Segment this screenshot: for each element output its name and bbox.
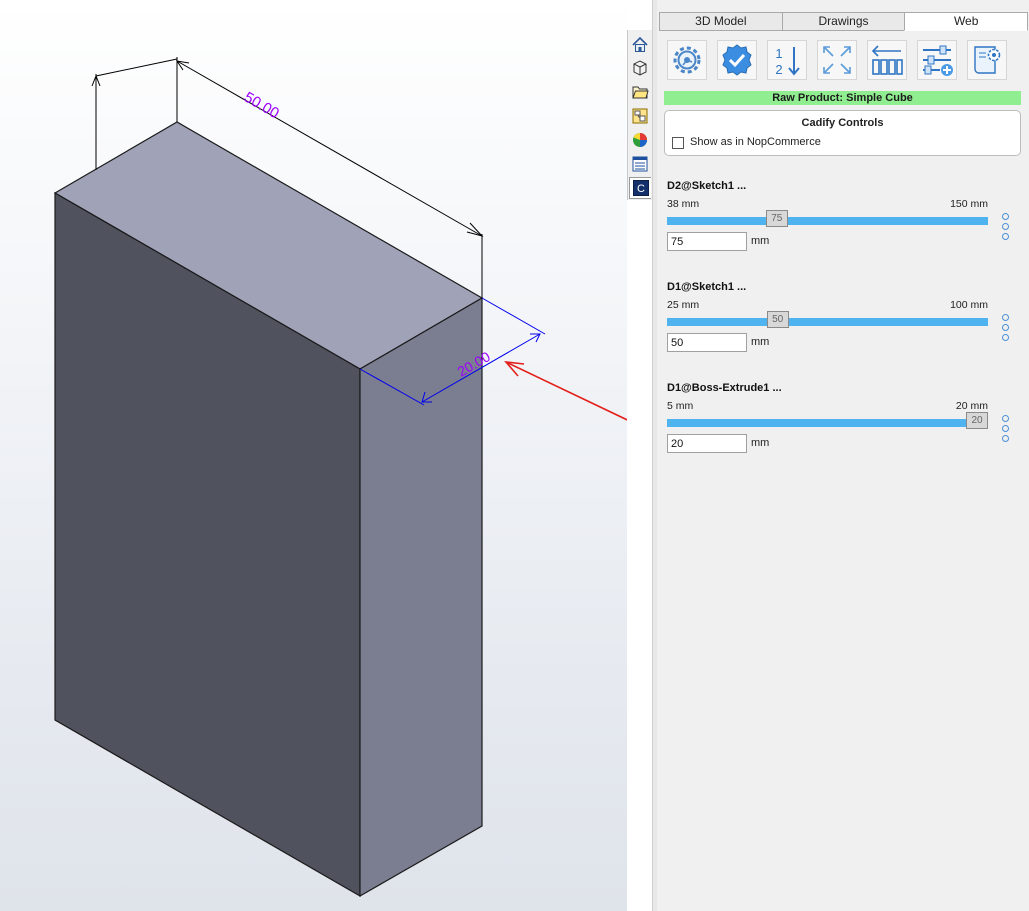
- cadify-logo: C: [632, 180, 649, 196]
- parameter-min-label: 38 mm: [667, 198, 700, 210]
- parameter-slider-thumb[interactable]: 50: [766, 311, 789, 328]
- tab-web[interactable]: Web: [904, 12, 1029, 31]
- parameter-unit: mm: [751, 235, 770, 247]
- svg-text:C: C: [637, 183, 645, 195]
- dimension-width-label[interactable]: 50.00: [241, 89, 282, 122]
- cadify-controls-group: Cadify Controls Show as in NopCommerce: [664, 110, 1021, 156]
- parameter-row: D1@Boss-Extrude1 ... 5 mm 20 mm20 mm: [657, 382, 1029, 472]
- tab-3d-model[interactable]: 3D Model: [659, 12, 783, 31]
- custom-properties-icon[interactable]: [629, 153, 651, 175]
- parameter-row: D2@Sketch1 ... 38 mm 150 mm 75 mm: [657, 180, 1029, 270]
- parameter-name: D1@Boss-Extrude1 ...: [667, 382, 782, 394]
- cadify-panel: 3D Model Drawings Web 1 2 Raw Product: S…: [657, 0, 1029, 911]
- show-in-nopcommerce-label[interactable]: Show as in NopCommerce: [690, 136, 821, 148]
- task-pane-tabs: C: [627, 30, 653, 200]
- parameter-name: D1@Sketch1 ...: [667, 281, 747, 293]
- svg-text:2: 2: [775, 62, 782, 77]
- product-banner: Raw Product: Simple Cube: [664, 91, 1021, 105]
- home-icon[interactable]: [629, 34, 651, 56]
- parameter-slider[interactable]: [667, 419, 988, 427]
- parameter-slider-thumb[interactable]: 20: [966, 412, 988, 429]
- settings-button[interactable]: [667, 40, 707, 80]
- view-palette-icon[interactable]: [629, 105, 651, 127]
- parameter-slider-thumb[interactable]: 75: [765, 210, 788, 227]
- parameter-row: D1@Sketch1 ... 25 mm 100 mm 50 mm: [657, 281, 1029, 371]
- validate-button[interactable]: [717, 40, 757, 80]
- parameter-max-label: 150 mm: [950, 198, 988, 210]
- parameter-min-label: 5 mm: [667, 400, 694, 412]
- part-icon[interactable]: [629, 57, 651, 79]
- collapse-left-icon: [871, 45, 903, 75]
- svg-text:1: 1: [775, 46, 782, 61]
- model-canvas[interactable]: 50.00 20.00: [0, 0, 627, 911]
- parameter-options-icon[interactable]: [1002, 314, 1010, 344]
- parameter-slider[interactable]: [667, 318, 988, 326]
- drawing-settings-button[interactable]: [967, 40, 1007, 80]
- parameter-options-icon[interactable]: [1002, 415, 1010, 445]
- add-settings-button[interactable]: [917, 40, 957, 80]
- drawing-settings-icon: [974, 46, 1001, 74]
- parameter-min-label: 25 mm: [667, 299, 700, 311]
- cadify-controls-title: Cadify Controls: [801, 117, 884, 129]
- parameter-slider[interactable]: [667, 217, 988, 225]
- parameter-value-input[interactable]: [667, 434, 747, 453]
- parameter-unit: mm: [751, 336, 770, 348]
- expand-button[interactable]: [817, 40, 857, 80]
- cadify-icon[interactable]: C: [629, 177, 651, 199]
- appearance-icon[interactable]: [629, 129, 651, 151]
- show-in-nopcommerce-checkbox[interactable]: [672, 137, 684, 149]
- cube-side-face[interactable]: [359, 296, 483, 898]
- folder-icon[interactable]: [629, 81, 651, 103]
- parameter-options-icon[interactable]: [1002, 213, 1010, 243]
- check-icon: [722, 44, 752, 76]
- sort-order-icon: 1 2: [775, 46, 800, 77]
- parameter-max-label: 20 mm: [955, 400, 988, 412]
- sort-order-button[interactable]: 1 2: [767, 40, 807, 80]
- annotation-arrow: [504, 360, 627, 421]
- panel-tabs: 3D Model Drawings Web: [659, 12, 1029, 31]
- parameter-value-input[interactable]: [667, 333, 747, 352]
- parameter-max-label: 100 mm: [950, 299, 988, 311]
- expand-icon: [823, 46, 851, 74]
- tab-drawings[interactable]: Drawings: [781, 12, 906, 31]
- gear-icon: [673, 46, 701, 74]
- add-settings-icon: [923, 45, 953, 76]
- parameter-name: D2@Sketch1 ...: [667, 180, 747, 192]
- collapse-left-button[interactable]: [867, 40, 907, 80]
- parameter-unit: mm: [751, 437, 770, 449]
- graphics-viewport[interactable]: 50.00 20.00: [0, 0, 627, 911]
- parameter-value-input[interactable]: [667, 232, 747, 251]
